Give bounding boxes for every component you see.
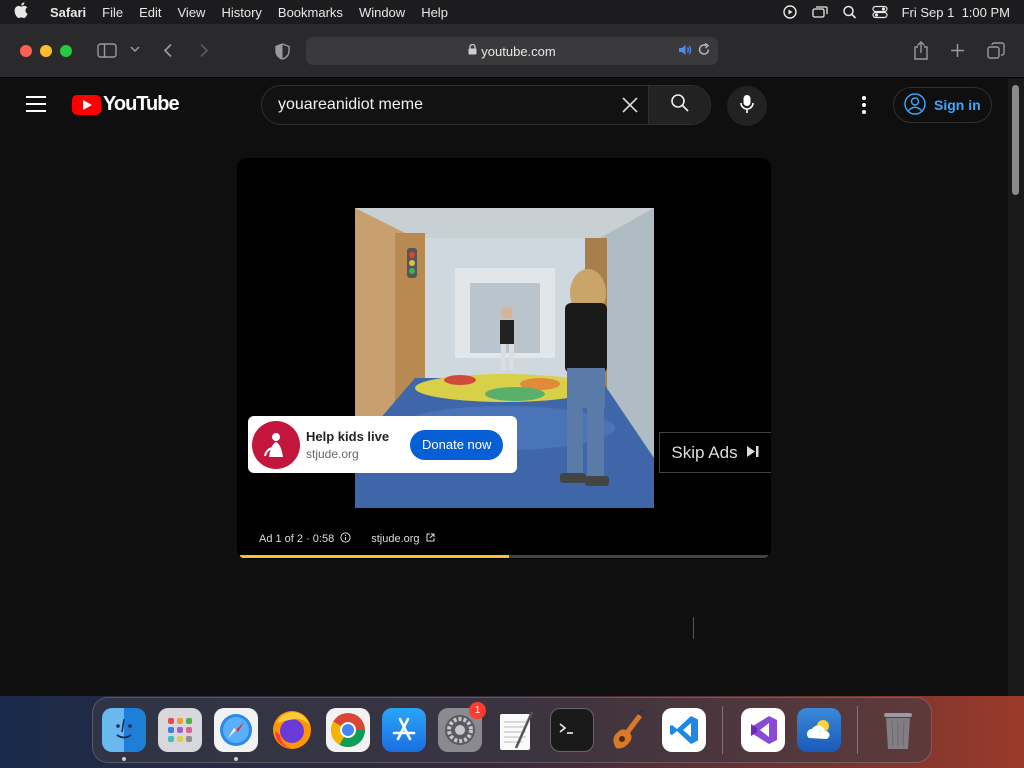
firefox-icon[interactable] (270, 708, 314, 752)
more-options-icon[interactable] (856, 93, 872, 117)
notification-badge: 1 (469, 702, 486, 719)
youtube-logo[interactable]: YouTube (72, 93, 180, 116)
menu-bar: Safari File Edit View History Bookmarks … (0, 0, 1024, 24)
weather-icon[interactable] (797, 708, 841, 752)
voice-search-button[interactable] (727, 86, 767, 126)
safari-icon[interactable] (214, 708, 258, 761)
minimize-window-button[interactable] (40, 44, 52, 57)
visual-studio-icon[interactable] (741, 708, 785, 752)
textedit-icon[interactable] (494, 708, 538, 752)
st-jude-logo-icon (252, 420, 300, 469)
ad-progress-bar[interactable] (240, 555, 768, 558)
speaker-icon[interactable] (678, 44, 692, 59)
youtube-page: YouTube Sign in (0, 79, 1008, 696)
menu-edit[interactable]: Edit (131, 5, 169, 20)
ad-text-block: Help kids live stjude.org (306, 429, 406, 461)
reload-icon[interactable] (698, 42, 710, 59)
skip-ads-label: Skip Ads (671, 442, 738, 462)
garageband-icon[interactable] (606, 708, 650, 752)
safari-toolbar: youtube.com (0, 24, 1024, 78)
ad-title: Help kids live (306, 428, 390, 444)
search-button[interactable] (648, 86, 710, 124)
privacy-shield-icon[interactable] (275, 43, 290, 60)
external-link-icon[interactable] (426, 533, 435, 545)
donate-now-button[interactable]: Donate now (410, 429, 504, 460)
advertiser-link[interactable]: stjude.org (371, 533, 419, 545)
running-indicator (234, 757, 238, 761)
control-center-icon[interactable] (872, 5, 888, 19)
spotlight-search-icon[interactable] (842, 5, 858, 19)
sidebar-toggle-icon[interactable] (97, 43, 117, 58)
youtube-wordmark: YouTube (103, 93, 180, 115)
microphone-icon (740, 94, 754, 119)
menu-file[interactable]: File (94, 5, 131, 20)
address-bar[interactable]: youtube.com (306, 37, 718, 65)
skip-next-icon (746, 443, 760, 463)
chrome-icon[interactable] (326, 708, 370, 752)
menu-view[interactable]: View (170, 5, 214, 20)
ad-overlay-card[interactable]: Help kids live stjude.org Donate now (248, 416, 517, 473)
tab-overview-icon[interactable] (987, 42, 1005, 59)
share-icon[interactable] (913, 41, 929, 60)
scrollbar-thumb[interactable] (1012, 85, 1019, 195)
new-tab-plus-icon[interactable] (950, 43, 965, 58)
search-icon (670, 93, 690, 118)
menu-history[interactable]: History (213, 5, 269, 20)
clear-search-icon[interactable] (612, 86, 648, 124)
menu-app-name[interactable]: Safari (42, 5, 94, 20)
ad-domain: stjude.org (306, 446, 359, 461)
account-circle-icon (904, 92, 926, 118)
display-mirror-icon[interactable] (811, 5, 828, 19)
close-window-button[interactable] (20, 44, 32, 57)
screen-record-icon[interactable] (782, 5, 798, 19)
sign-in-label: Sign in (934, 97, 981, 113)
back-arrow-icon[interactable] (163, 43, 173, 58)
ad-info-bar: Ad 1 of 2 · 0:58 stjude.org (259, 532, 435, 546)
search-input[interactable] (262, 86, 612, 124)
video-player[interactable]: Help kids live stjude.org Donate now Ski… (237, 158, 771, 559)
ad-progress-fill (240, 555, 510, 558)
youtube-play-icon (72, 94, 101, 115)
menu-help[interactable]: Help (413, 5, 456, 20)
menu-bookmarks[interactable]: Bookmarks (270, 5, 351, 20)
dock: 1 (92, 697, 932, 763)
search-box (261, 85, 711, 125)
finder-icon[interactable] (102, 708, 146, 761)
vscode-icon[interactable] (662, 708, 706, 752)
apple-menu-icon[interactable] (0, 2, 42, 22)
zoom-window-button[interactable] (60, 44, 72, 57)
terminal-icon[interactable] (550, 708, 594, 752)
window-controls (20, 44, 72, 57)
launchpad-icon[interactable] (158, 708, 202, 752)
skip-ads-button[interactable]: Skip Ads (659, 432, 771, 473)
trash-icon[interactable] (876, 708, 920, 752)
forward-arrow-icon[interactable] (199, 43, 209, 58)
lock-icon (468, 43, 477, 58)
page-scrollbar[interactable] (1008, 79, 1024, 696)
content-divider (693, 617, 694, 639)
dock-separator (857, 706, 858, 754)
info-icon[interactable] (340, 532, 351, 546)
hamburger-menu-icon[interactable] (26, 96, 46, 117)
app-store-icon[interactable] (382, 708, 426, 752)
running-indicator (122, 757, 126, 761)
system-settings-icon[interactable]: 1 (438, 702, 486, 752)
sign-in-button[interactable]: Sign in (893, 87, 992, 123)
menu-window[interactable]: Window (351, 5, 413, 20)
dock-separator (722, 706, 723, 754)
chevron-down-icon[interactable] (130, 45, 140, 53)
address-bar-url: youtube.com (481, 43, 556, 59)
ad-count-timer: Ad 1 of 2 · 0:58 (259, 533, 335, 545)
menubar-clock[interactable]: Fri Sep 1 1:00 PM (902, 5, 1010, 20)
